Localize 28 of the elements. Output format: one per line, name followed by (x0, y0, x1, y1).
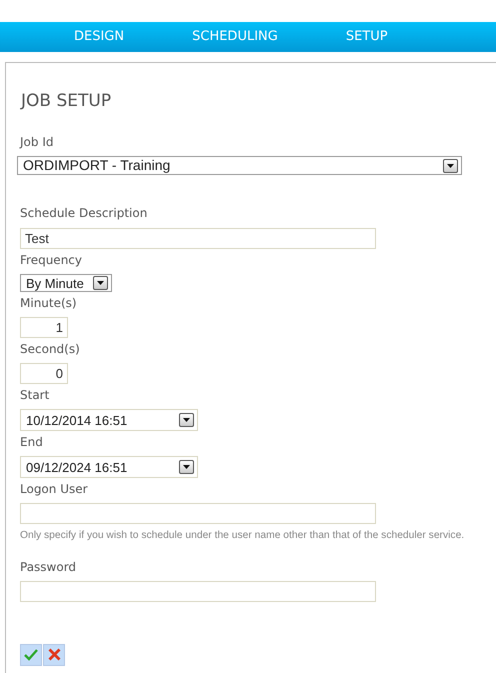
frequency-select[interactable]: By Minute (20, 274, 112, 292)
help-text: Only specify if you wish to schedule under the user name other than that of the scheduler service. (20, 529, 466, 544)
field-label: Password (20, 560, 78, 575)
text-field[interactable]: Test (20, 228, 376, 250)
password-field[interactable] (20, 580, 376, 602)
caret-icon (179, 413, 194, 428)
number-field[interactable]: 0 (20, 363, 68, 384)
field-label: Job Id (20, 135, 54, 150)
field-label: Frequency (20, 253, 83, 268)
job-select[interactable]: ORDIMPORT - Training (17, 156, 462, 176)
field-label: Logon User (20, 482, 89, 498)
caret-icon (93, 276, 108, 290)
check-icon (24, 648, 38, 661)
caret-icon (179, 460, 194, 474)
datetime-picker[interactable]: 09/12/2024 16:51 (20, 456, 198, 478)
field-label: Second(s) (20, 342, 81, 358)
field-label: Minute(s) (20, 296, 78, 312)
page-title: JOB SETUP (21, 91, 112, 112)
number-field[interactable]: 1 (20, 317, 68, 338)
field-label: End (20, 435, 44, 450)
cancel-button[interactable] (43, 644, 65, 666)
close-icon (48, 648, 60, 662)
field-label: Schedule Description (20, 206, 148, 222)
text-field[interactable] (20, 503, 376, 524)
field-label: Start (20, 388, 50, 404)
caret-icon (443, 158, 458, 173)
save-button[interactable] (20, 644, 42, 666)
datetime-picker[interactable]: 10/12/2014 16:51 (20, 409, 198, 432)
